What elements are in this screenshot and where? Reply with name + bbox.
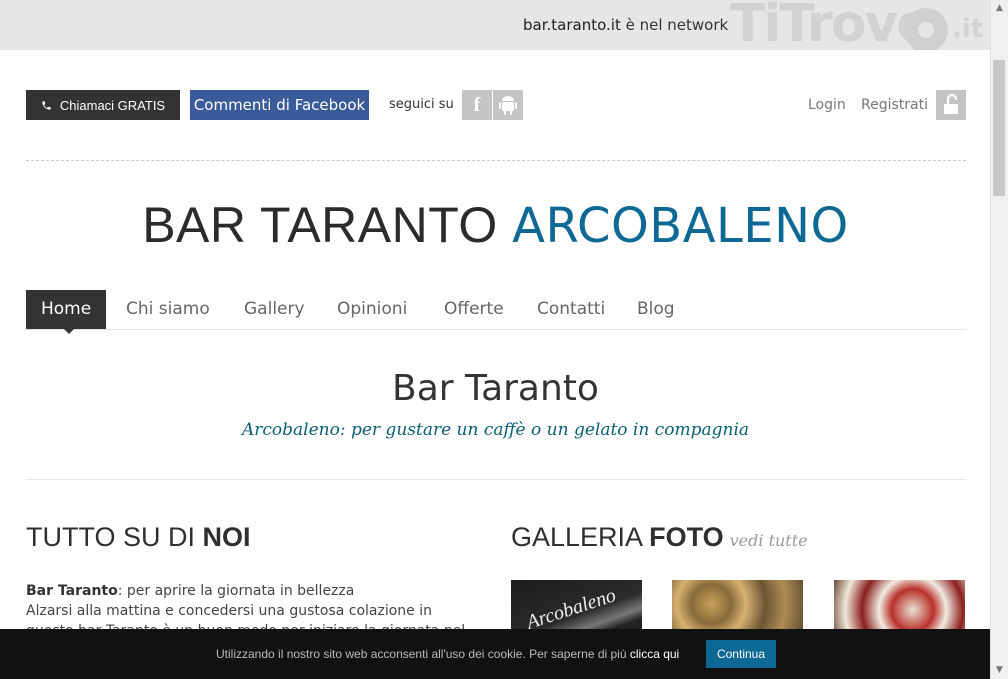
cookie-message-text: Utilizzando il nostro sito web acconsent… bbox=[216, 647, 627, 661]
cookie-message: Utilizzando il nostro sito web acconsent… bbox=[216, 647, 679, 661]
about-lead-bold: Bar Taranto bbox=[26, 583, 118, 599]
scroll-down-icon[interactable]: ▼ bbox=[991, 662, 1008, 679]
brand-name: BAR TARANTO bbox=[142, 197, 498, 253]
nav-contatti[interactable]: Contatti bbox=[537, 290, 605, 329]
nav-home[interactable]: Home bbox=[26, 290, 107, 334]
nav-offerte[interactable]: Offerte bbox=[444, 290, 504, 329]
register-link[interactable]: Registrati bbox=[861, 97, 928, 113]
network-text: bar.taranto.it è nel network bbox=[523, 16, 728, 34]
cookie-banner: Utilizzando il nostro sito web acconsent… bbox=[0, 629, 991, 679]
nav-gallery[interactable]: Gallery bbox=[244, 290, 305, 329]
page-scrollbar[interactable]: ▲ ▼ bbox=[990, 0, 1008, 679]
unlock-glyph bbox=[944, 93, 958, 114]
gallery-heading-light: GALLERIA bbox=[511, 522, 642, 552]
page-title: Bar Taranto bbox=[392, 368, 599, 409]
page-tagline: Arcobaleno: per gustare un caffè o un ge… bbox=[241, 420, 750, 440]
facebook-comments-button[interactable]: Commenti di Facebook bbox=[190, 90, 369, 120]
about-heading: TUTTO SU DI NOI bbox=[26, 522, 251, 553]
network-bar: bar.taranto.it è nel network TiTrovo .it bbox=[0, 0, 991, 50]
header-divider bbox=[26, 160, 966, 161]
cookie-continue-button[interactable]: Continua bbox=[706, 640, 776, 668]
android-icon[interactable] bbox=[493, 90, 523, 120]
gallery-see-all-link[interactable]: vedi tutte bbox=[730, 531, 808, 550]
call-free-label: Chiamaci GRATIS bbox=[59, 97, 166, 113]
call-free-button[interactable]: Chiamaci GRATIS bbox=[26, 90, 180, 120]
cookie-info-link[interactable]: clicca qui bbox=[630, 647, 679, 661]
gallery-thumb-1-text: Arcobaleno bbox=[523, 584, 619, 634]
brand-highlight: ARCOBALENO bbox=[512, 198, 849, 254]
facebook-icon[interactable]: f bbox=[462, 90, 492, 120]
login-link[interactable]: Login bbox=[808, 97, 846, 113]
about-heading-bold: NOI bbox=[202, 522, 251, 552]
titrovo-logo-suffix: .it bbox=[952, 14, 984, 44]
about-heading-light: TUTTO SU DI bbox=[26, 522, 196, 552]
network-suffix: è nel network bbox=[625, 16, 729, 34]
network-domain: bar.taranto.it bbox=[523, 16, 621, 34]
android-glyph bbox=[499, 96, 517, 115]
phone-icon bbox=[42, 100, 51, 110]
site-brand-title[interactable]: BAR TARANTO ARCOBALENO bbox=[0, 196, 991, 254]
about-lead-rest: : per aprire la giornata in bellezza bbox=[117, 583, 355, 599]
scroll-up-icon[interactable]: ▲ bbox=[991, 0, 1008, 17]
main-nav: Home Chi siamo Gallery Opinioni Offerte … bbox=[26, 290, 966, 334]
section-divider bbox=[26, 479, 966, 480]
follow-us-label: seguici su bbox=[389, 97, 454, 112]
unlock-icon[interactable] bbox=[936, 90, 966, 120]
gallery-heading-bold: FOTO bbox=[649, 522, 724, 552]
gallery-heading: GALLERIA FOTO vedi tutte bbox=[511, 522, 808, 553]
nav-opinioni[interactable]: Opinioni bbox=[337, 290, 407, 329]
titrovo-logo[interactable]: TiTrovo bbox=[730, 0, 932, 50]
nav-blog[interactable]: Blog bbox=[637, 290, 675, 329]
nav-chi-siamo[interactable]: Chi siamo bbox=[126, 290, 210, 329]
scrollbar-thumb[interactable] bbox=[993, 60, 1005, 196]
